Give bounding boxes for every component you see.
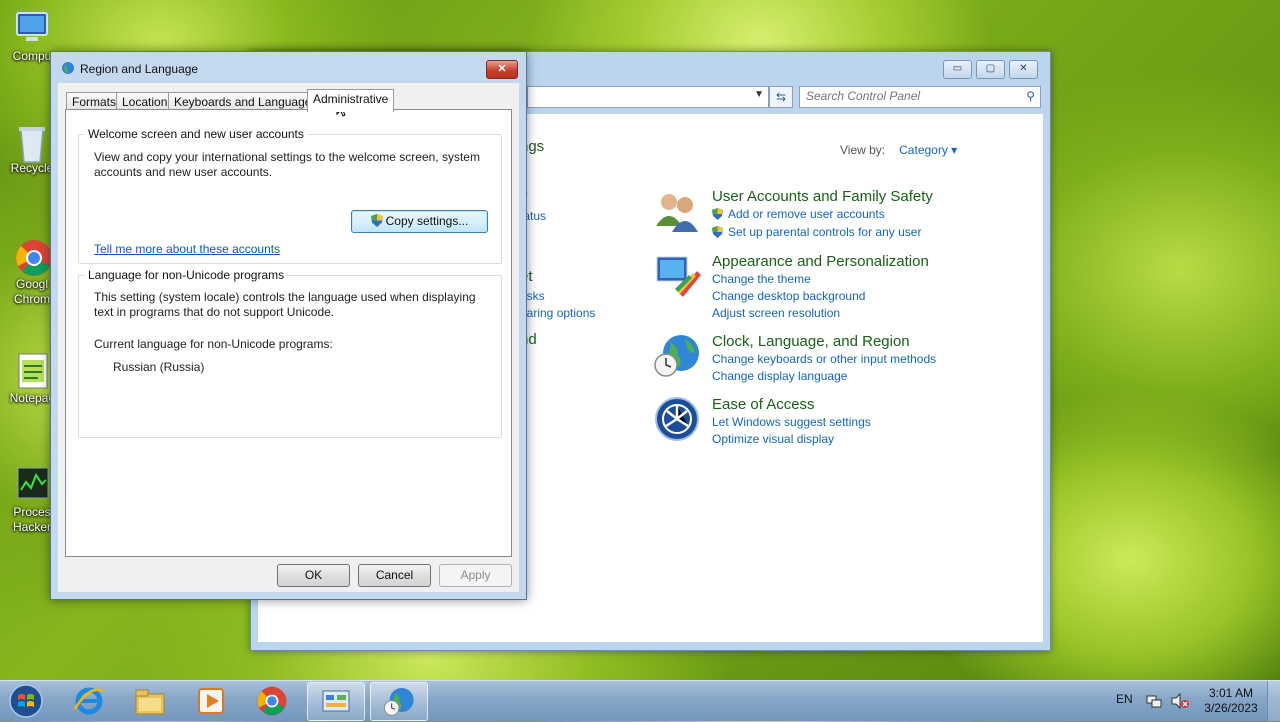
uac-shield-icon — [712, 226, 723, 238]
close-button[interactable]: ✕ — [486, 60, 518, 79]
tell-me-more-link[interactable]: Tell me more about these accounts — [94, 242, 280, 256]
category-link[interactable]: Change desktop background — [712, 289, 865, 303]
category-link[interactable]: Change display language — [712, 369, 847, 383]
chrome-icon — [14, 238, 52, 276]
close-button[interactable]: ✕ — [1009, 60, 1038, 79]
category-title[interactable]: User Accounts and Family Safety — [712, 188, 933, 205]
volume-muted-icon[interactable] — [1171, 693, 1189, 709]
address-bar[interactable]: ▼ — [527, 86, 769, 108]
copy-settings-button[interactable]: Copy settings... — [351, 210, 488, 233]
minimize-button[interactable]: ▭ — [943, 60, 972, 79]
maximize-button[interactable]: ▢ — [976, 60, 1005, 79]
category-link[interactable]: Change keyboards or other input methods — [712, 352, 936, 366]
search-input[interactable] — [800, 87, 1012, 105]
recycle-bin-icon — [14, 122, 50, 163]
media-player-icon — [198, 688, 224, 714]
show-desktop-button[interactable] — [1267, 681, 1280, 721]
window-caption-buttons: ▭ ▢ ✕ — [943, 60, 1038, 79]
network-icon[interactable] — [1146, 693, 1162, 709]
taskbar-file-explorer[interactable] — [122, 682, 178, 719]
taskbar-control-panel[interactable] — [307, 682, 365, 721]
apply-button[interactable]: Apply — [439, 564, 512, 587]
cancel-button[interactable]: Cancel — [358, 564, 431, 587]
ease-of-access-icon — [655, 397, 699, 441]
clock-date: 3/26/2023 — [1204, 701, 1258, 715]
view-by-label: View by: — [840, 143, 886, 157]
dialog-body: Formats Location Keyboards and Languages… — [58, 83, 519, 592]
taskbar-internet-explorer[interactable] — [61, 682, 117, 719]
view-by-dropdown[interactable]: Category ▾ — [899, 143, 957, 157]
category-link[interactable]: Optimize visual display — [712, 432, 834, 446]
category-title[interactable]: Appearance and Personalization — [712, 253, 929, 270]
uac-shield-icon — [712, 208, 723, 220]
category-link[interactable]: Set up parental controls for any user — [712, 225, 921, 239]
taskbar-media-player[interactable] — [183, 682, 239, 719]
group-heading: Language for non-Unicode programs — [85, 268, 288, 282]
category-link[interactable]: Add or remove user accounts — [712, 207, 885, 221]
tab-administrative[interactable]: Administrative — [307, 89, 395, 112]
chevron-down-icon[interactable]: ▼ — [754, 89, 764, 100]
uac-shield-icon — [370, 214, 383, 227]
users-icon — [656, 194, 698, 232]
welcome-screen-group: Welcome screen and new user accounts Vie… — [78, 127, 502, 264]
ok-button[interactable]: OK — [277, 564, 350, 587]
category-link[interactable]: Change the theme — [712, 272, 811, 286]
clock-time: 3:01 AM — [1208, 686, 1254, 700]
non-unicode-group: Language for non-Unicode programs This s… — [78, 268, 502, 438]
region-language-icon — [383, 688, 414, 716]
globe-icon — [62, 62, 74, 74]
start-button[interactable] — [6, 683, 46, 719]
process-hacker-icon — [14, 466, 50, 502]
view-by: View by: Category ▾ — [840, 143, 957, 157]
group-heading: Welcome screen and new user accounts — [85, 127, 307, 141]
appearance-icon — [656, 256, 701, 297]
taskbar-chrome[interactable] — [244, 682, 300, 719]
control-panel-icon — [322, 690, 350, 712]
system-clock[interactable]: 3:01 AM 3/26/2023 — [1196, 686, 1266, 716]
file-explorer-icon — [135, 689, 165, 715]
notepad-icon — [14, 352, 50, 389]
windows-logo-icon — [9, 684, 43, 718]
category-title[interactable]: Clock, Language, and Region — [712, 333, 910, 350]
dialog-title: Region and Language — [80, 62, 199, 76]
refresh-button[interactable]: ⇆ — [769, 86, 793, 108]
category-link-fragment[interactable]: haring options — [520, 306, 595, 320]
group-description: This setting (system locale) controls th… — [94, 290, 476, 319]
computer-icon — [14, 10, 50, 46]
internet-explorer-icon — [73, 687, 104, 715]
category-title[interactable]: Ease of Access — [712, 396, 815, 413]
chrome-icon — [257, 686, 287, 716]
current-language-value: Russian (Russia) — [113, 360, 205, 374]
search-box[interactable]: ⚲ — [799, 86, 1041, 108]
administrative-panel: Welcome screen and new user accounts Vie… — [65, 109, 512, 557]
search-icon[interactable]: ⚲ — [1026, 89, 1035, 103]
region-language-dialog: Region and Language ✕ Formats Location K… — [50, 51, 527, 600]
current-language-label: Current language for non-Unicode program… — [94, 337, 333, 351]
copy-settings-label: Copy settings... — [385, 214, 469, 228]
language-indicator[interactable]: EN — [1116, 692, 1133, 706]
clock-globe-icon — [654, 335, 699, 377]
category-link-label: Add or remove user accounts — [728, 207, 885, 221]
category-link[interactable]: Adjust screen resolution — [712, 306, 840, 320]
category-link-label: Set up parental controls for any user — [728, 225, 922, 239]
category-link[interactable]: Let Windows suggest settings — [712, 415, 871, 429]
group-description: View and copy your international setting… — [94, 150, 480, 179]
refresh-icon: ⇆ — [775, 90, 787, 104]
taskbar-region-language[interactable] — [370, 682, 428, 721]
taskbar: EN 3:01 AM 3/26/2023 — [0, 680, 1280, 721]
